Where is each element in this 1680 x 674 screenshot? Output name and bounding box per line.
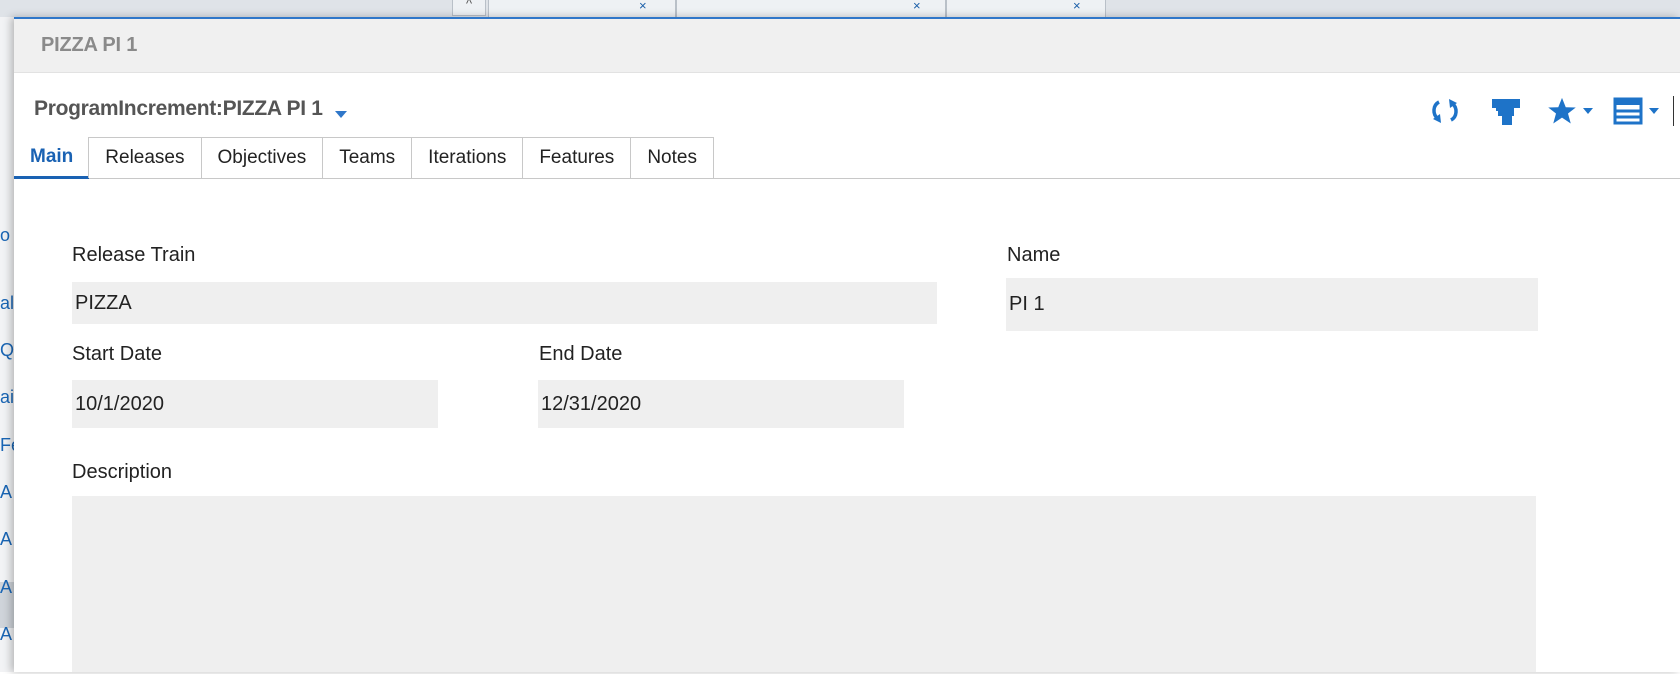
tab-objectives[interactable]: Objectives <box>200 137 324 178</box>
chevron-down-icon[interactable] <box>334 110 347 118</box>
close-icon[interactable]: × <box>913 0 921 12</box>
start-date-field[interactable]: 10/1/2020 <box>72 380 438 428</box>
description-field[interactable] <box>72 496 1536 672</box>
background-sidebar-item[interactable]: al <box>0 293 14 314</box>
background-sidebar-item[interactable]: A <box>0 482 14 503</box>
star-icon[interactable] <box>1547 96 1593 126</box>
release-train-field[interactable]: PIZZA <box>72 282 937 324</box>
background-sidebar-item[interactable]: A <box>0 577 14 598</box>
release-train-value: PIZZA <box>75 291 132 314</box>
release-train-label: Release Train <box>72 244 196 266</box>
toolbar-divider <box>1673 96 1674 126</box>
tab-main[interactable]: Main <box>14 137 90 179</box>
name-label: Name <box>1007 244 1061 266</box>
record-header: ProgramIncrement:PIZZA PI 1 <box>14 73 1680 126</box>
tab-features[interactable]: Features <box>522 137 632 178</box>
record-window: PIZZA PI 1 ProgramIncrement:PIZZA PI 1 M… <box>14 17 1680 672</box>
background-tab[interactable]: × <box>676 0 946 17</box>
name-field[interactable]: PI 1 <box>1006 278 1538 331</box>
end-date-label: End Date <box>539 343 623 365</box>
lock-icon[interactable] <box>1491 96 1521 126</box>
close-icon[interactable]: × <box>1073 0 1081 12</box>
record-title-text: ProgramIncrement:PIZZA PI 1 <box>34 97 323 120</box>
start-date-value: 10/1/2020 <box>75 392 164 415</box>
tab-releases[interactable]: Releases <box>88 137 202 178</box>
description-label: Description <box>72 461 173 483</box>
background-sidebar-item[interactable]: A <box>0 624 14 645</box>
end-date-field[interactable]: 12/31/2020 <box>538 380 904 428</box>
background-sidebar-item[interactable]: Q <box>0 340 14 361</box>
background-sidebar-item[interactable]: ai <box>0 387 14 408</box>
background-sidebar-item[interactable]: o <box>0 225 14 246</box>
record-title: ProgramIncrement:PIZZA PI 1 <box>34 97 347 121</box>
record-tabs: Main Releases Objectives Teams Iteration… <box>14 134 1680 179</box>
collapse-button[interactable]: ^ <box>452 0 486 16</box>
background-sidebar-item[interactable]: A <box>0 529 14 550</box>
start-date-label: Start Date <box>72 343 163 365</box>
background-tab[interactable]: × <box>488 0 676 17</box>
chevron-down-icon[interactable] <box>1583 108 1593 114</box>
window-title: PIZZA PI 1 <box>41 34 138 56</box>
refresh-icon[interactable] <box>1429 97 1461 125</box>
window-titlebar: PIZZA PI 1 <box>14 19 1680 73</box>
background-sidebar-item[interactable]: Fe <box>0 435 14 456</box>
name-value: PI 1 <box>1009 293 1045 315</box>
chevron-down-icon[interactable] <box>1649 108 1659 114</box>
end-date-value: 12/31/2020 <box>541 392 642 415</box>
tab-iterations[interactable]: Iterations <box>411 137 524 178</box>
close-icon[interactable]: × <box>639 0 647 12</box>
main-form: Release Train PIZZA Name PI 1 Start Date… <box>14 180 1680 674</box>
tab-teams[interactable]: Teams <box>322 137 413 178</box>
record-toolbar <box>1429 93 1680 129</box>
background-tab[interactable]: × <box>946 0 1106 17</box>
layout-icon[interactable] <box>1613 97 1659 125</box>
tab-notes[interactable]: Notes <box>630 137 714 178</box>
